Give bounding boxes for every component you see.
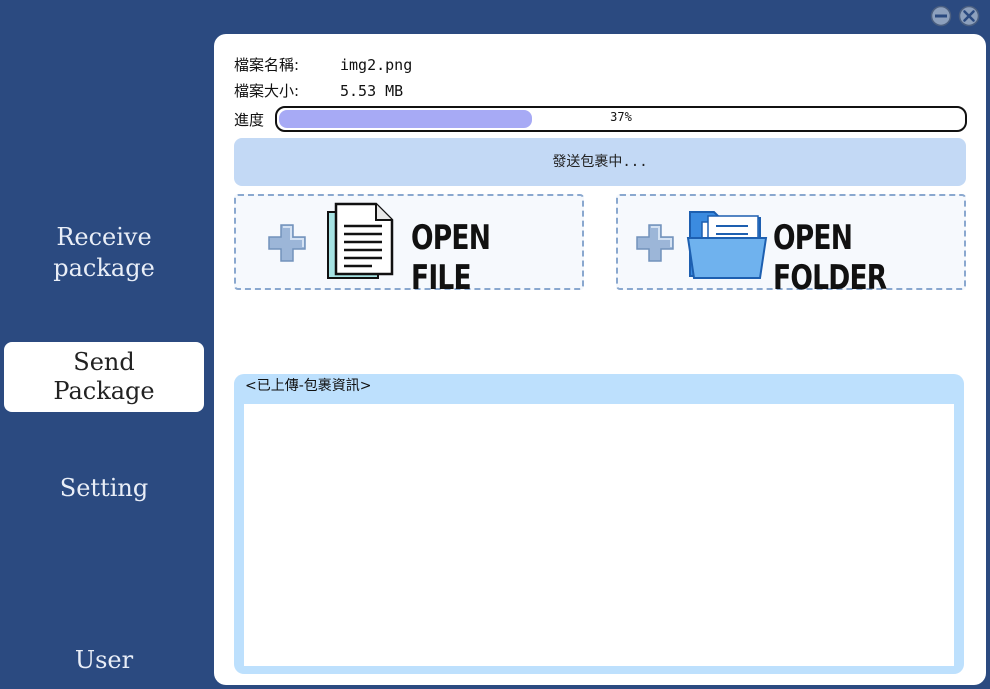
file-size-label: 檔案大小: (234, 82, 300, 100)
progress-percent: 37% (610, 110, 632, 124)
close-icon (958, 5, 980, 27)
close-button[interactable] (958, 5, 980, 27)
sidebar-item-send-package[interactable]: Send Package (4, 342, 204, 412)
uploaded-packages-title: <已上傳-包裹資訊> (245, 378, 372, 394)
sidebar-item-setting[interactable]: Setting (4, 473, 204, 504)
send-package-panel: 檔案名稱: img2.png 檔案大小: 5.53 MB 進度 37% 發送包裹… (214, 34, 986, 685)
progress-label: 進度 (234, 111, 265, 129)
document-icon (327, 202, 394, 279)
sidebar-item-label: Send (73, 348, 135, 376)
folder-icon (686, 211, 768, 279)
plus-icon (268, 224, 306, 262)
sidebar-item-label: package (53, 254, 155, 282)
minimize-button[interactable] (930, 5, 952, 27)
sidebar-item-user[interactable]: User (4, 645, 204, 676)
uploaded-packages-box: <已上傳-包裹資訊> (234, 374, 964, 674)
sidebar-item-label: Receive (56, 223, 152, 251)
sidebar-item-label: Package (53, 377, 155, 405)
minimize-icon (930, 5, 952, 27)
plus-icon (636, 224, 674, 262)
sidebar-item-receive-package[interactable]: Receive package (4, 222, 204, 284)
file-name-label: 檔案名稱: (234, 56, 300, 74)
open-folder-label: OPEN FOLDER (773, 218, 887, 298)
uploaded-packages-list[interactable] (244, 404, 954, 666)
open-file-label: OPEN FILE (411, 218, 491, 298)
sidebar-item-label: Setting (59, 474, 149, 502)
file-name-value: img2.png (340, 56, 413, 74)
progress-bar: 37% (275, 106, 967, 132)
open-file-button[interactable]: OPEN FILE (234, 194, 584, 298)
file-size-value: 5.53 MB (340, 82, 404, 100)
open-folder-button[interactable]: OPEN FOLDER (616, 194, 966, 298)
sidebar-item-label: User (74, 646, 134, 674)
status-message: 發送包裹中... (234, 138, 966, 186)
